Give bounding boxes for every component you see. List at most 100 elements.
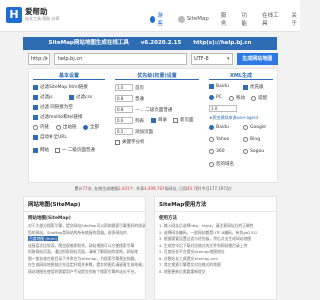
checkbox[interactable] <box>33 114 38 120</box>
option-label: 过滤 同链接为空 <box>40 105 73 110</box>
xml-version[interactable]: 1.0 <box>209 105 237 112</box>
divider <box>33 79 105 80</box>
option-internal-links[interactable]: 内链 <box>33 124 49 130</box>
stats-text: 条网址, 已用 <box>164 186 187 191</box>
option-auto-complete-url[interactable]: 自动补全URL <box>33 134 67 140</box>
nav-item-service[interactable]: 服务 <box>221 11 230 27</box>
option-label: 适配 <box>258 96 267 101</box>
crawler-360[interactable]: 360 <box>209 149 225 154</box>
checkbox[interactable] <box>209 84 214 89</box>
crawler-baidu[interactable]: Baidu <box>209 125 229 130</box>
priority-level-pages[interactable]: 0.8 一 、二级页面普通 <box>115 106 172 113</box>
xml-baidu[interactable]: Baidu <box>209 84 229 89</box>
priority-normal[interactable]: 0.8 普通 <box>115 95 144 102</box>
checkbox[interactable] <box>33 104 38 110</box>
radio[interactable] <box>33 124 38 130</box>
url-input[interactable]: help.bj.cn <box>53 53 188 65</box>
priority-directory[interactable]: 目录 <box>151 117 167 123</box>
divider <box>209 79 273 80</box>
radio[interactable] <box>243 137 248 142</box>
panel-text: 抓取网站页面，通过抓取网站页面，清晰了解网站的架构，网站地 <box>28 249 139 254</box>
option-label: 目录 <box>158 118 167 123</box>
radio[interactable] <box>209 125 214 130</box>
nav-item-user[interactable]: 游客 <box>150 11 166 27</box>
checkbox[interactable] <box>173 117 178 123</box>
option-filter-sitemap-html[interactable]: 过滤SiteMap.html链接 <box>33 84 88 90</box>
priority-keyword[interactable]: 关键字分析 <box>115 139 145 145</box>
nav-item-function[interactable]: 功能 <box>241 11 250 27</box>
radio[interactable] <box>209 95 214 100</box>
option-label: 全部 <box>90 125 99 130</box>
checkbox[interactable] <box>151 117 156 123</box>
stats-text: (今日177,197次) <box>199 186 232 191</box>
radio[interactable] <box>243 149 248 154</box>
option-filter-js[interactable]: 过滤js <box>33 94 53 100</box>
radio[interactable] <box>209 161 214 167</box>
option-outbound-links[interactable]: 出站链 <box>56 124 77 130</box>
radio[interactable] <box>243 125 248 130</box>
radio[interactable] <box>209 149 214 154</box>
priority-home[interactable]: 1.0 首页 <box>115 84 144 91</box>
nav-item-sitemap[interactable]: SiteMap <box>177 11 209 27</box>
radio[interactable] <box>209 137 214 142</box>
nav-label: SiteMap <box>186 16 209 22</box>
priority-list[interactable]: 0.6 列表 <box>115 117 144 124</box>
sitemap-icon <box>177 15 185 23</box>
checkbox[interactable] <box>33 134 38 140</box>
priority-select[interactable]: 0.6 <box>115 117 133 124</box>
checkbox[interactable] <box>33 147 38 153</box>
priority-select[interactable]: 0.8 <box>115 95 133 102</box>
xml-version-select[interactable]: 1.0 <box>209 105 237 112</box>
crawler-bing[interactable]: Bing <box>243 137 260 142</box>
xml-priority[interactable]: 优先级 <box>243 84 264 90</box>
xml-settings-heading: XML生成 <box>229 73 253 79</box>
highlight-link[interactable]: 百度地图 (html) <box>28 236 59 241</box>
checkbox[interactable] <box>69 94 74 100</box>
crawler-google[interactable]: Google <box>243 125 266 130</box>
crawler-yahoo[interactable]: Yahoo <box>209 137 229 142</box>
priority-select[interactable]: 0.5 <box>115 128 133 135</box>
tool-banner: SiteMap网站地图生成在线工具 v6.2020.2.15 http(s):/… <box>23 37 277 50</box>
encoding-select[interactable]: UTF-8 <box>191 53 233 65</box>
option-filter-css[interactable]: 过滤css <box>69 94 92 100</box>
checkbox[interactable] <box>115 139 120 145</box>
radio[interactable] <box>56 124 61 130</box>
panel-text: 网站地图在使用时需要用户手动提交到各个搜索引擎的站长平台。 <box>28 268 139 274</box>
radio[interactable] <box>251 95 256 101</box>
xml-adapt[interactable]: 适配 <box>251 95 267 101</box>
option-filter-mailto[interactable]: 过滤mailto和tel链接 <box>33 114 82 120</box>
checkbox[interactable] <box>55 147 60 153</box>
protocol-select[interactable]: http:// <box>28 53 50 65</box>
option-filter-empty[interactable]: 过滤 同链接为空 <box>33 104 73 110</box>
checkbox[interactable] <box>33 84 38 90</box>
xml-pc[interactable]: PC <box>209 95 222 100</box>
priority-select[interactable]: 1.0 <box>115 84 133 91</box>
option-label: 360 <box>216 149 225 154</box>
logo-icon[interactable]: H <box>6 7 22 23</box>
option-label: 优先级 <box>250 85 264 90</box>
option-all-links[interactable]: 全部 <box>83 124 99 130</box>
option-label: 普通 <box>135 96 144 102</box>
option-label: PC <box>216 95 222 100</box>
top-header: H 爱帮助 站长工具·帮助·分享 游客 SiteMap 服务 功能 在线工具 关… <box>0 0 300 32</box>
sitemap-intro-panel: 网站地图(SiteMap) 网站地图(SiteMap) 对于大部分搜索引擎，提交… <box>23 196 146 300</box>
crawler-own-domain[interactable]: 您的域名 <box>209 161 234 167</box>
radio[interactable] <box>229 95 234 101</box>
option-label: Yahoo <box>216 137 230 142</box>
stats-number: 43.7 <box>186 186 196 191</box>
option-site[interactable]: 网站 <box>33 147 49 153</box>
nav-item-tools[interactable]: 在线工具 <box>262 11 279 27</box>
priority-new-page[interactable]: 新页面 <box>173 117 194 123</box>
radio[interactable] <box>83 124 88 130</box>
option-label: Baidu <box>216 125 229 130</box>
priority-select[interactable]: 0.8 <box>115 106 133 113</box>
xml-mobile[interactable]: 移动 <box>229 95 245 101</box>
nav-item-about[interactable]: 关于 <box>291 11 300 27</box>
checkbox[interactable] <box>33 94 38 100</box>
stats-text: 个, 共享 <box>129 186 145 191</box>
generate-sitemap-button[interactable]: 生成网站地图 <box>236 53 279 65</box>
crawler-sogou[interactable]: Sogou <box>243 149 264 154</box>
priority-add-page[interactable]: 0.5 添加页面 <box>115 128 153 135</box>
checkbox[interactable] <box>243 84 248 90</box>
option-level-pages[interactable]: 一 二级页面普通 <box>55 147 95 153</box>
